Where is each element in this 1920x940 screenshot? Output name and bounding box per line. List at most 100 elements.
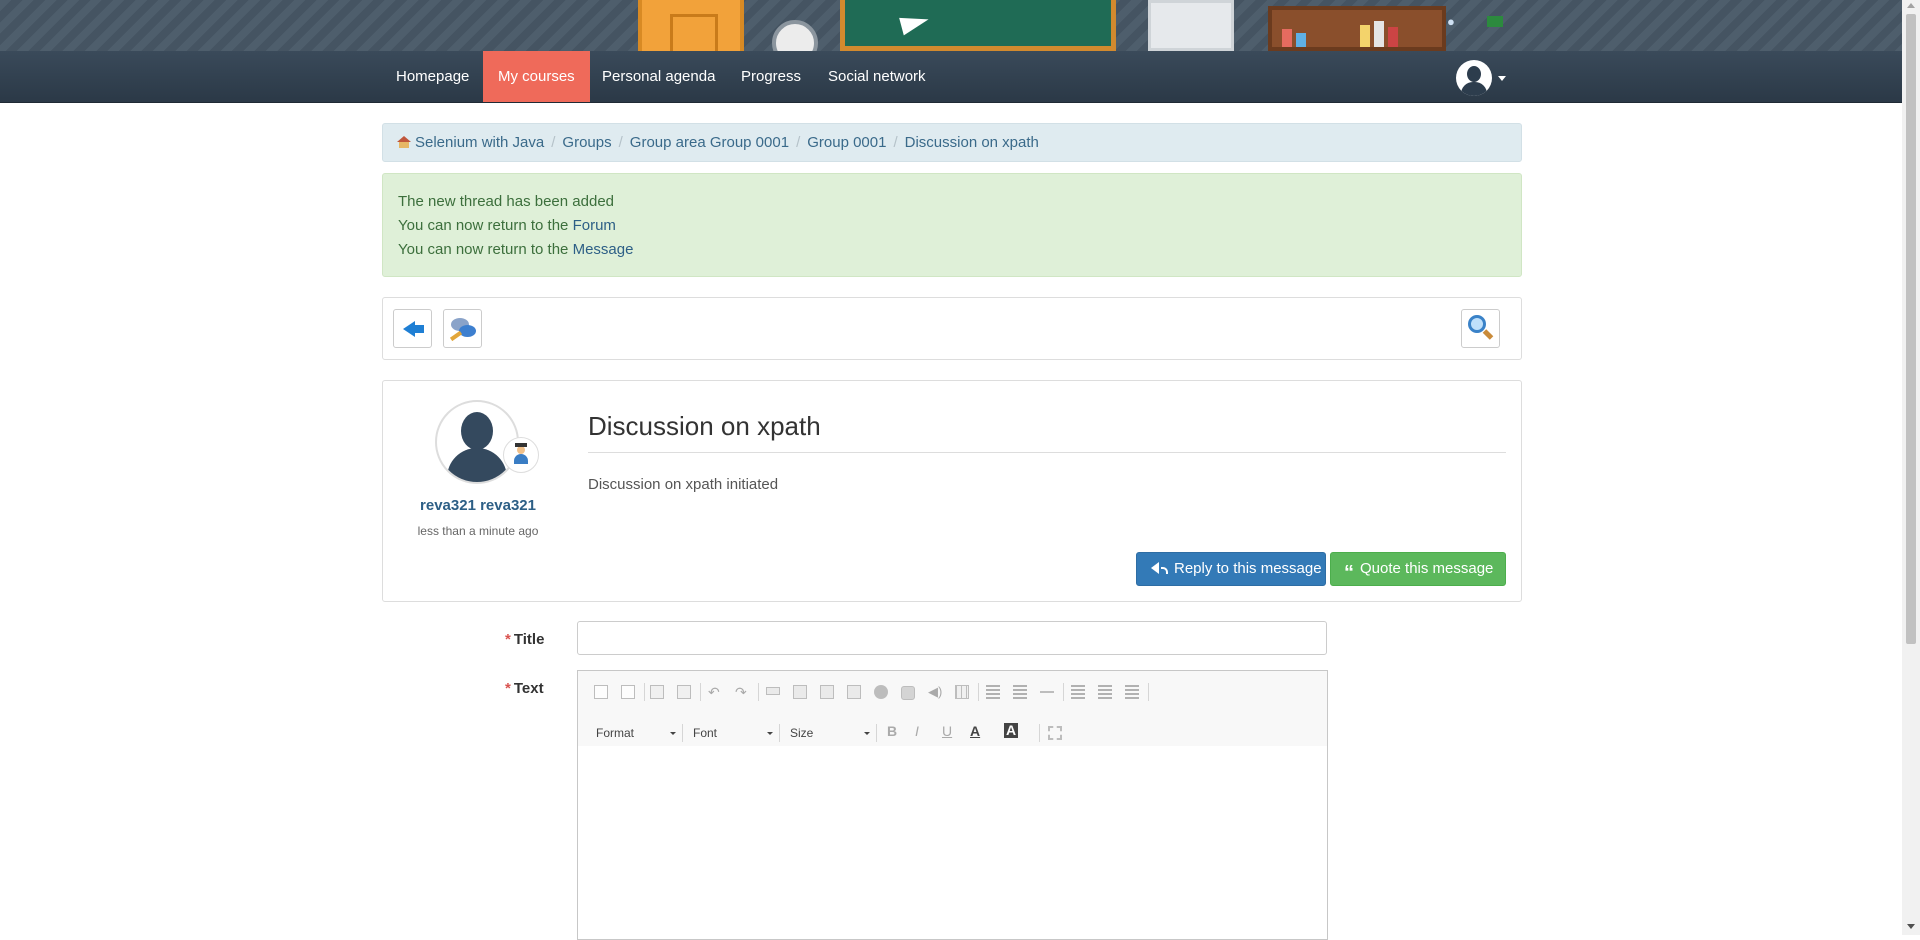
back-button[interactable]	[393, 309, 432, 348]
alert-message-text: You can now return to the	[398, 241, 573, 258]
quote-icon: “	[1344, 562, 1354, 584]
breadcrumb-current[interactable]: Discussion on xpath	[905, 134, 1039, 151]
breadcrumb: Selenium with Java / Groups / Group area Gro…	[382, 123, 1522, 162]
nav-my-courses[interactable]: My courses	[483, 51, 590, 102]
scroll-up-icon[interactable]	[1907, 3, 1915, 8]
link-icon[interactable]	[766, 687, 780, 695]
post-title: Discussion on xpath	[588, 411, 1506, 453]
breadcrumb-course[interactable]: Selenium with Java	[415, 134, 544, 151]
alert-thread-added: The new thread has been added	[398, 193, 614, 210]
banner-user-icon: ●	[1447, 14, 1455, 29]
teacher-role-icon	[503, 437, 539, 473]
alert-forum-line: You can now return to the Forum	[398, 214, 1506, 238]
breadcrumb-group[interactable]: Group 0001	[807, 134, 886, 151]
italic-button[interactable]: I	[915, 723, 919, 739]
scroll-thumb[interactable]	[1906, 14, 1916, 644]
alert-message-link[interactable]: Message	[573, 241, 634, 258]
paste-text-icon[interactable]	[650, 685, 664, 699]
chevron-down-icon	[670, 732, 676, 735]
video-icon[interactable]	[820, 685, 834, 699]
toolbar-separator	[758, 683, 759, 701]
templates-icon[interactable]	[621, 685, 635, 699]
align-left-icon[interactable]	[1071, 685, 1085, 699]
post-author-link[interactable]: reva321 reva321	[383, 497, 573, 514]
reply-button-label: Reply to this message	[1174, 560, 1322, 577]
text-label: * Text	[505, 680, 547, 697]
size-select-label: Size	[790, 726, 814, 740]
reply-icon	[1151, 562, 1159, 574]
breadcrumb-separator: /	[796, 134, 801, 151]
align-right-icon[interactable]	[1125, 685, 1139, 699]
maximize-icon[interactable]	[1048, 726, 1062, 740]
table-icon[interactable]	[955, 685, 969, 699]
redo-icon[interactable]: ↷	[735, 685, 749, 699]
alert-forum-text: You can now return to the	[398, 217, 573, 234]
breadcrumb-separator: /	[893, 134, 898, 151]
user-avatar-icon[interactable]	[1456, 60, 1492, 96]
image-icon[interactable]	[793, 685, 807, 699]
forum-action-toolbar	[382, 297, 1522, 360]
banner-bookshelf-illustration	[1268, 6, 1446, 51]
speaker-icon[interactable]: ◀)	[928, 685, 942, 699]
post-timestamp: less than a minute ago	[417, 524, 539, 538]
align-center-icon[interactable]	[1098, 685, 1112, 699]
breadcrumb-groups[interactable]: Groups	[562, 134, 611, 151]
title-input[interactable]	[577, 621, 1327, 655]
paste-word-icon[interactable]	[677, 685, 691, 699]
toolbar-separator	[978, 683, 979, 701]
main-navbar: Homepage My courses Personal agenda Prog…	[0, 51, 1902, 103]
toolbar-separator	[1148, 683, 1149, 701]
toolbar-separator	[1039, 724, 1040, 742]
quote-button-label: Quote this message	[1360, 560, 1494, 577]
toolbar-separator	[1063, 683, 1064, 701]
language-flag-icon[interactable]	[1487, 16, 1503, 27]
search-button[interactable]	[1461, 309, 1500, 348]
user-menu-caret-icon[interactable]	[1498, 76, 1506, 81]
font-select-label: Font	[693, 726, 718, 740]
toolbar-separator	[779, 724, 780, 742]
banner-clock-illustration	[772, 20, 818, 51]
breadcrumb-separator: /	[618, 134, 623, 151]
nav-personal-agenda[interactable]: Personal agenda	[587, 51, 730, 102]
toolbar-separator	[876, 724, 877, 742]
format-select[interactable]: Format	[596, 723, 676, 743]
nav-progress[interactable]: Progress	[726, 51, 816, 102]
alert-forum-link[interactable]: Forum	[573, 217, 616, 234]
toolbar-separator	[700, 683, 701, 701]
editor-toolbar: ↶ ↷ ◀) Format Font Size B I U A A	[578, 671, 1327, 747]
page-scrollbar[interactable]	[1902, 0, 1920, 935]
nav-social-network[interactable]: Social network	[813, 51, 941, 102]
banner-chalkboard-illustration	[840, 0, 1116, 51]
youtube-icon[interactable]	[901, 686, 915, 700]
banner-paper-illustration	[1148, 0, 1234, 51]
quote-message-button[interactable]: “ Quote this message	[1330, 552, 1506, 586]
font-select[interactable]: Font	[693, 723, 773, 743]
toolbar-separator	[644, 683, 645, 701]
undo-icon[interactable]: ↶	[708, 685, 722, 699]
alert-message-line: You can now return to the Message	[398, 238, 1506, 262]
reply-thread-button[interactable]	[443, 309, 482, 348]
chevron-down-icon	[767, 732, 773, 735]
editor-text-area[interactable]	[578, 746, 1327, 939]
reply-to-message-button[interactable]: Reply to this message	[1136, 552, 1326, 586]
text-color-button[interactable]: A	[970, 723, 980, 739]
required-mark: *	[505, 631, 511, 648]
audio-icon[interactable]	[874, 685, 888, 699]
nav-homepage[interactable]: Homepage	[381, 51, 484, 102]
rich-text-editor: ↶ ↷ ◀) Format Font Size B I U A A	[577, 670, 1328, 940]
underline-button[interactable]: U	[942, 723, 952, 739]
chevron-down-icon	[864, 732, 870, 735]
size-select[interactable]: Size	[790, 723, 870, 743]
home-icon[interactable]	[397, 136, 411, 148]
banner-door-illustration	[638, 0, 744, 51]
horizontal-rule-icon[interactable]	[1040, 691, 1054, 693]
background-color-button[interactable]: A	[1004, 723, 1019, 738]
breadcrumb-group-area[interactable]: Group area Group 0001	[630, 134, 789, 151]
breadcrumb-separator: /	[551, 134, 556, 151]
new-page-icon[interactable]	[594, 685, 608, 699]
bold-button[interactable]: B	[887, 723, 897, 739]
bulleted-list-icon[interactable]	[986, 685, 1000, 699]
scroll-down-icon[interactable]	[1907, 924, 1915, 929]
flash-icon[interactable]	[847, 685, 861, 699]
numbered-list-icon[interactable]	[1013, 685, 1027, 699]
